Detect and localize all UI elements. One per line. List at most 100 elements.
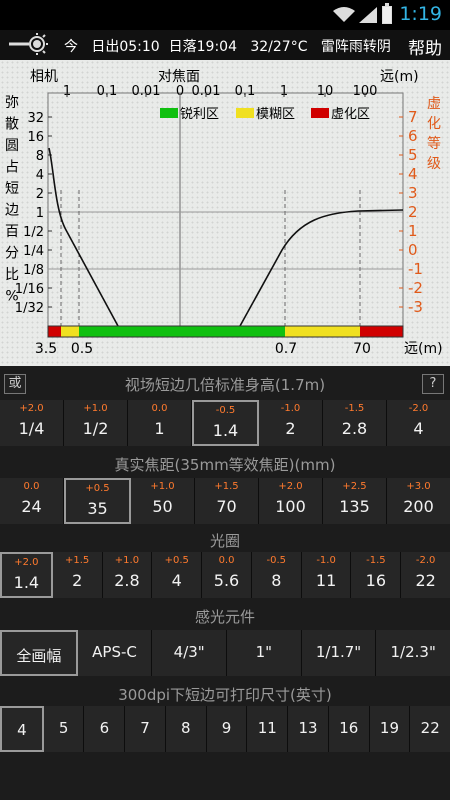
sunrise-icon[interactable] [6,32,50,58]
sensor-option[interactable]: 1/1.7" [301,630,377,676]
help-button[interactable]: 帮助 [408,34,442,59]
aperture-option[interactable]: -0.5 8 [251,552,302,598]
option-value: 22 [420,719,440,737]
weather-text: 雷阵雨转阴 [320,39,391,55]
stop-delta: -1.0 [316,555,336,566]
wifi-icon [333,7,355,22]
bottom-distance-label: 远(m) [404,341,443,357]
option-value: 1/1.7" [315,643,362,661]
fov-option[interactable]: -2.0 4 [387,400,450,446]
help-question-button[interactable]: ? [422,374,444,394]
sensor-option[interactable]: 4/3" [152,630,228,676]
stop-delta: +1.0 [150,481,175,492]
weather-info: 今 日出05:10 日落19:04 32/27°C 雷阵雨转阴 [64,36,391,56]
option-value: 100 [275,497,306,516]
stop-delta: -2.0 [408,403,429,414]
right-axis-title-char: 级 [427,156,441,172]
camera-label: 相机 [30,69,58,85]
focal-option[interactable]: +1.0 50 [131,478,195,524]
stop-delta: +1.0 [114,555,140,566]
fov-option[interactable]: +1.0 1/2 [64,400,128,446]
aperture-option[interactable]: +1.5 2 [52,552,103,598]
control-panel: 或 视场短边几倍标准身高(1.7m) ? +2.0 1/4 +1.0 1/2 0.0 1-… [0,366,450,800]
print-option[interactable]: 22 [410,706,450,752]
option-value: 5.6 [213,571,240,590]
fov-option[interactable]: -1.5 2.8 [323,400,387,446]
left-tick-label: 1 [36,206,44,221]
aperture-option[interactable]: 0.0 5.6 [202,552,252,598]
sensor-option[interactable]: 全画幅 [0,630,78,676]
bottom-distance-label: 3.5 [35,341,57,357]
focal-option[interactable]: +2.0 100 [259,478,323,524]
option-value: 7 [140,719,150,737]
option-value: APS-C [92,643,137,661]
right-tick-label: -3 [408,298,423,316]
bottom-distance-label: 70 [353,341,371,357]
stop-delta: -1.0 [280,403,301,414]
print-option[interactable]: 16 [328,706,370,752]
fov-option[interactable]: 0.0 1 [128,400,192,446]
print-option[interactable]: 7 [125,706,166,752]
today-label[interactable]: 今 [64,39,78,55]
option-value: 1.4 [13,573,40,592]
right-axis-title-char: 虚 [427,96,441,112]
aperture-option[interactable]: -2.0 22 [401,552,450,598]
option-value: 16 [339,719,359,737]
sensor-option[interactable]: APS-C [77,630,153,676]
print-option[interactable]: 4 [0,706,44,752]
zone-segment [48,326,61,337]
option-value: 24 [21,497,42,516]
stop-delta: -2.0 [415,555,436,566]
aperture-option[interactable]: +2.0 1.4 [0,552,53,598]
print-option[interactable]: 9 [206,706,248,752]
focal-option[interactable]: +1.5 70 [195,478,259,524]
print-option[interactable]: 13 [288,706,329,752]
legend-label: 虚化区 [331,107,370,122]
status-bar: 1:19 [0,0,450,30]
fov-option[interactable]: -0.5 1.4 [192,400,259,446]
stop-delta: 0.0 [23,481,40,492]
fov-option[interactable]: +2.0 1/4 [0,400,64,446]
aperture-option[interactable]: -1.0 11 [301,552,352,598]
option-value: 13 [298,719,318,737]
right-tick-label: 0 [408,241,418,259]
left-tick-label: 4 [36,168,44,183]
option-value: 2 [72,571,83,590]
focal-option[interactable]: 0.0 24 [0,478,64,524]
stop-delta: +2.0 [278,481,303,492]
print-option[interactable]: 11 [247,706,289,752]
legend-label: 锐利区 [180,107,219,122]
print-option[interactable]: 8 [165,706,207,752]
aperture-option[interactable]: +0.5 4 [152,552,203,598]
print-option[interactable]: 19 [369,706,411,752]
option-value: 11 [315,571,337,590]
sensor-option[interactable]: 1" [227,630,302,676]
left-tick-label: 1/32 [15,301,44,316]
focal-option[interactable]: +3.0 200 [387,478,450,524]
aperture-option[interactable]: -1.5 16 [351,552,402,598]
right-tick-label: 4 [408,165,418,183]
print-option[interactable]: 5 [43,706,85,752]
option-value: 8 [271,571,282,590]
sensor-option[interactable]: 1/2.3" [376,630,450,676]
fov-option[interactable]: -1.0 2 [259,400,323,446]
right-tick-label: 7 [408,108,418,126]
focal-option[interactable]: +0.5 35 [64,478,131,524]
stop-delta: -1.5 [344,403,365,414]
option-value: 2.8 [114,571,140,590]
right-tick-label: 1 [408,222,418,240]
focal-option[interactable]: +2.5 135 [323,478,387,524]
legend-swatch [160,108,178,118]
far-label: 远(m) [380,69,419,85]
left-axis-title-char: 边 [5,203,19,219]
left-axis-title-char: 圆 [5,138,19,154]
option-value: 135 [339,497,370,516]
blur-curve [48,147,404,327]
print-option[interactable]: 6 [84,706,126,752]
stop-delta: +2.0 [14,557,39,568]
stop-delta: -0.5 [215,405,236,416]
print-size-selector: 4 5 6 7 8 9 11 13 16 19 22 [0,706,450,752]
aperture-option[interactable]: +1.0 2.8 [102,552,153,598]
option-value: 1/2 [82,419,109,438]
left-tick-label: 16 [27,130,44,145]
